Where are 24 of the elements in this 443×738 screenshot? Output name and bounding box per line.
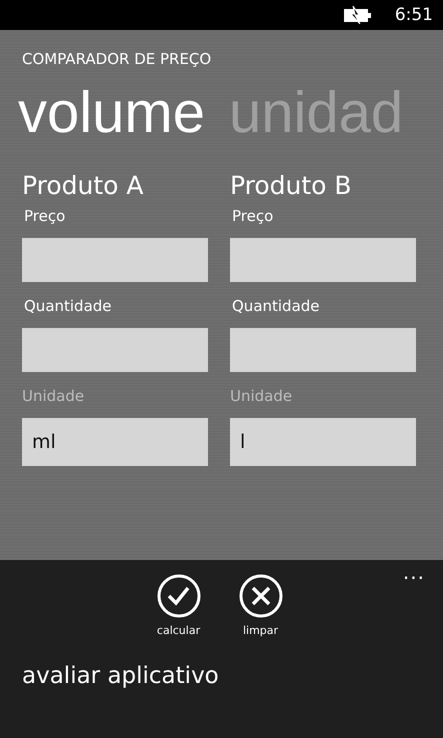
app-title: COMPARADOR DE PREÇO: [22, 49, 212, 70]
unit-picker[interactable]: l: [230, 418, 416, 466]
input-field[interactable]: [230, 328, 416, 372]
battery-charging-icon: [342, 6, 373, 24]
unit-picker[interactable]: ml: [22, 418, 208, 466]
menu-item[interactable]: avaliar aplicativo: [22, 663, 219, 689]
input-field[interactable]: [230, 238, 416, 282]
field-label: Quantidade: [232, 296, 321, 316]
field-label: Preço: [232, 206, 274, 226]
field-label: Preço: [24, 206, 66, 226]
input-field[interactable]: [22, 328, 208, 372]
pivot-header[interactable]: volume: [18, 78, 205, 148]
clock-time: 6:51: [394, 5, 433, 25]
close-icon: [238, 574, 282, 618]
input-field[interactable]: [22, 238, 208, 282]
app-bar-button[interactable]: limpar: [236, 574, 284, 637]
more-button[interactable]: ...: [402, 562, 425, 582]
field-label: Quantidade: [24, 296, 113, 316]
field-label: Unidade: [22, 386, 86, 406]
field-label: Unidade: [230, 386, 294, 406]
product-title: Produto A: [22, 170, 145, 202]
check-icon: [156, 574, 200, 618]
app-bar-button[interactable]: calcular: [154, 574, 202, 637]
product-title: Produto B: [230, 170, 353, 202]
